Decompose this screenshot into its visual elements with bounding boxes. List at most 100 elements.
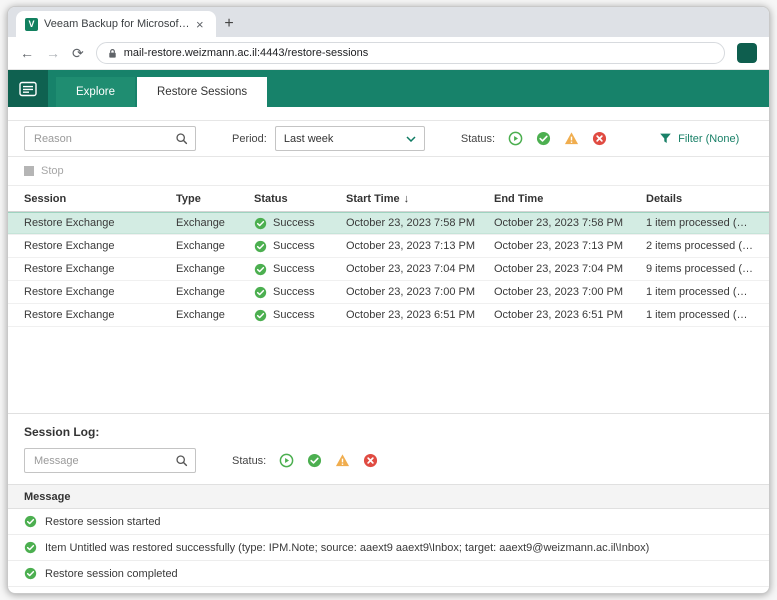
- address-bar[interactable]: mail-restore.weizmann.ac.il:4443/restore…: [96, 42, 725, 64]
- log-message: Restore session started: [45, 516, 161, 528]
- cell-type: Exchange: [176, 286, 254, 298]
- sessions-toolbar: Stop: [8, 157, 769, 185]
- table-row[interactable]: Restore Exchange Exchange Success Octobe…: [8, 258, 769, 281]
- new-tab-button[interactable]: +: [216, 11, 242, 37]
- period-label: Period:: [232, 133, 267, 145]
- cell-start-time: October 23, 2023 7:04 PM: [346, 263, 494, 275]
- log-status-error-icon[interactable]: [363, 453, 378, 468]
- app-tabs: Explore Restore Sessions: [56, 70, 267, 107]
- veeam-favicon-icon: V: [25, 18, 38, 31]
- cell-end-time: October 23, 2023 7:00 PM: [494, 286, 646, 298]
- cell-status: Success: [254, 309, 346, 322]
- log-row: Restore session completed: [8, 561, 769, 587]
- table-row[interactable]: Restore Exchange Exchange Success Octobe…: [8, 235, 769, 258]
- tab-restore-sessions[interactable]: Restore Sessions: [137, 77, 267, 107]
- cell-details: 1 item processed (1 success): [646, 286, 753, 298]
- filter-link-label: Filter (None): [678, 133, 739, 145]
- log-message: Item Untitled was restored successfully …: [45, 542, 649, 554]
- tab-explore[interactable]: Explore: [56, 77, 135, 107]
- log-message: Restore session completed: [45, 568, 178, 580]
- period-value: Last week: [284, 133, 334, 145]
- status-text: Success: [273, 286, 315, 298]
- log-status-warning-icon[interactable]: [335, 453, 350, 468]
- col-type[interactable]: Type: [176, 193, 254, 205]
- success-icon: [24, 567, 37, 580]
- log-status-label: Status:: [232, 455, 266, 467]
- col-session-label: Session: [24, 193, 66, 205]
- col-details-label: Details: [646, 193, 682, 205]
- table-row[interactable]: Restore Exchange Exchange Success Octobe…: [8, 212, 769, 235]
- app-header: Explore Restore Sessions: [8, 70, 769, 107]
- browser-tab[interactable]: V Veeam Backup for Microsoft 36 ×: [16, 11, 216, 37]
- log-status-running-icon[interactable]: [279, 453, 294, 468]
- cell-end-time: October 23, 2023 7:13 PM: [494, 240, 646, 252]
- col-details[interactable]: Details: [646, 193, 753, 205]
- log-status-success-icon[interactable]: [307, 453, 322, 468]
- status-text: Success: [273, 240, 315, 252]
- log-row: Restore session started: [8, 509, 769, 535]
- filter-link[interactable]: Filter (None): [659, 132, 739, 145]
- success-icon: [24, 515, 37, 528]
- col-session[interactable]: Session: [24, 193, 176, 205]
- browser-window: V Veeam Backup for Microsoft 36 × + ← → …: [7, 6, 770, 594]
- status-error-icon[interactable]: [592, 131, 607, 146]
- funnel-icon: [659, 132, 672, 145]
- cell-type: Exchange: [176, 263, 254, 275]
- tab-close-icon[interactable]: ×: [196, 18, 204, 31]
- search-icon: [175, 454, 188, 467]
- url-text: mail-restore.weizmann.ac.il:4443/restore…: [124, 47, 369, 59]
- forward-icon[interactable]: →: [46, 46, 60, 60]
- session-log-panel: Session Log: Status: Message Restore ses…: [8, 413, 769, 593]
- search-icon: [175, 132, 188, 145]
- sort-desc-icon: ↓: [404, 193, 410, 205]
- cell-session: Restore Exchange: [24, 286, 176, 298]
- status-warning-icon[interactable]: [564, 131, 579, 146]
- chevron-down-icon: [406, 136, 416, 142]
- cell-details: 9 items processed (9 successes): [646, 263, 753, 275]
- session-log-filter-bar: Status:: [8, 448, 769, 484]
- success-icon: [254, 217, 267, 230]
- status-running-icon[interactable]: [508, 131, 523, 146]
- status-text: Success: [273, 309, 315, 321]
- empty-area: [8, 327, 769, 413]
- col-start-time[interactable]: Start Time↓: [346, 193, 494, 205]
- log-col-message: Message: [24, 491, 70, 503]
- cell-details: 2 items processed (2 successes): [646, 240, 753, 252]
- success-icon: [254, 263, 267, 276]
- cell-session: Restore Exchange: [24, 217, 176, 229]
- reason-input[interactable]: [32, 132, 175, 146]
- message-input[interactable]: [32, 454, 175, 468]
- cell-type: Exchange: [176, 309, 254, 321]
- table-row[interactable]: Restore Exchange Exchange Success Octobe…: [8, 281, 769, 304]
- col-end-time[interactable]: End Time: [494, 193, 646, 205]
- table-row[interactable]: Restore Exchange Exchange Success Octobe…: [8, 304, 769, 327]
- cell-session: Restore Exchange: [24, 263, 176, 275]
- cell-details: 1 item processed (1 success): [646, 217, 753, 229]
- back-icon[interactable]: ←: [20, 46, 34, 60]
- status-text: Success: [273, 217, 315, 229]
- status-success-icon[interactable]: [536, 131, 551, 146]
- cell-status: Success: [254, 263, 346, 276]
- stop-label: Stop: [41, 165, 64, 177]
- stop-button[interactable]: Stop: [24, 165, 64, 177]
- lock-icon: [107, 48, 118, 59]
- col-status[interactable]: Status: [254, 193, 346, 205]
- cell-end-time: October 23, 2023 7:58 PM: [494, 217, 646, 229]
- col-type-label: Type: [176, 193, 201, 205]
- status-text: Success: [273, 263, 315, 275]
- cell-details: 1 item processed (1 success): [646, 309, 753, 321]
- stop-icon: [24, 166, 34, 176]
- session-log-title: Session Log:: [8, 414, 769, 448]
- period-select[interactable]: Last week: [275, 126, 425, 151]
- cell-start-time: October 23, 2023 7:58 PM: [346, 217, 494, 229]
- tab-title: Veeam Backup for Microsoft 36: [44, 18, 190, 30]
- refresh-icon[interactable]: ⟳: [72, 46, 84, 60]
- profile-badge[interactable]: [737, 43, 757, 63]
- success-icon: [254, 286, 267, 299]
- sessions-filter-bar: Period: Last week Status: Filter (None): [8, 120, 769, 157]
- cell-status: Success: [254, 286, 346, 299]
- message-search[interactable]: [24, 448, 196, 473]
- cell-status: Success: [254, 217, 346, 230]
- cell-end-time: October 23, 2023 6:51 PM: [494, 309, 646, 321]
- reason-search[interactable]: [24, 126, 196, 151]
